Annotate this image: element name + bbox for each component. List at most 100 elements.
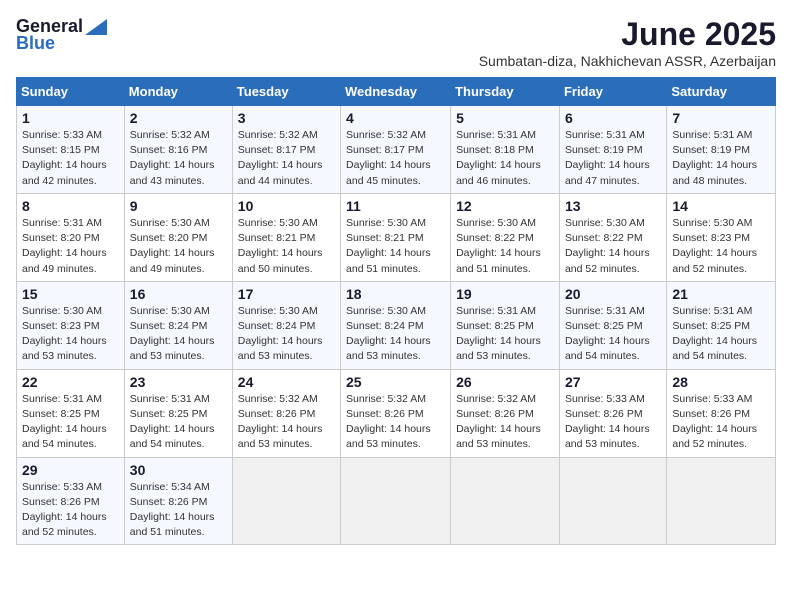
header-wednesday: Wednesday (341, 78, 451, 106)
day-info: Sunrise: 5:30 AMSunset: 8:22 PMDaylight:… (565, 216, 661, 277)
day-info: Sunrise: 5:32 AMSunset: 8:16 PMDaylight:… (130, 128, 227, 189)
day-cell: 19 Sunrise: 5:31 AMSunset: 8:25 PMDayligh… (451, 281, 560, 369)
day-info: Sunrise: 5:30 AMSunset: 8:24 PMDaylight:… (238, 304, 335, 365)
day-cell: 25 Sunrise: 5:32 AMSunset: 8:26 PMDayligh… (341, 369, 451, 457)
day-cell: 12 Sunrise: 5:30 AMSunset: 8:22 PMDayligh… (451, 193, 560, 281)
day-info: Sunrise: 5:31 AMSunset: 8:20 PMDaylight:… (22, 216, 119, 277)
day-number: 12 (456, 198, 554, 214)
day-number: 23 (130, 374, 227, 390)
week-row-2: 8 Sunrise: 5:31 AMSunset: 8:20 PMDaylight… (17, 193, 776, 281)
day-cell: 15Sunrise: 5:30 AMSunset: 8:23 PMDayligh… (17, 281, 125, 369)
week-row-1: 1Sunrise: 5:33 AMSunset: 8:15 PMDaylight… (17, 106, 776, 194)
day-cell: 1Sunrise: 5:33 AMSunset: 8:15 PMDaylight… (17, 106, 125, 194)
day-cell (667, 457, 776, 545)
day-number: 1 (22, 110, 119, 126)
day-cell: 26Sunrise: 5:32 AMSunset: 8:26 PMDayligh… (451, 369, 560, 457)
day-info: Sunrise: 5:31 AMSunset: 8:25 PMDaylight:… (130, 392, 227, 453)
header-tuesday: Tuesday (232, 78, 340, 106)
day-number: 20 (565, 286, 661, 302)
day-info: Sunrise: 5:32 AMSunset: 8:26 PMDaylight:… (456, 392, 554, 453)
day-cell: 6 Sunrise: 5:31 AMSunset: 8:19 PMDaylight… (559, 106, 666, 194)
day-cell: 3Sunrise: 5:32 AMSunset: 8:17 PMDaylight… (232, 106, 340, 194)
day-info: Sunrise: 5:30 AMSunset: 8:23 PMDaylight:… (672, 216, 770, 277)
day-cell: 18 Sunrise: 5:30 AMSunset: 8:24 PMDayligh… (341, 281, 451, 369)
day-info: Sunrise: 5:32 AMSunset: 8:17 PMDaylight:… (346, 128, 445, 189)
day-number: 4 (346, 110, 445, 126)
day-number: 24 (238, 374, 335, 390)
header-saturday: Saturday (667, 78, 776, 106)
day-cell: 14 Sunrise: 5:30 AMSunset: 8:23 PMDayligh… (667, 193, 776, 281)
title-block: June 2025 Sumbatan-diza, Nakhichevan ASS… (479, 16, 776, 69)
day-cell (559, 457, 666, 545)
day-info: Sunrise: 5:34 AMSunset: 8:26 PMDaylight:… (130, 480, 227, 541)
week-row-4: 22 Sunrise: 5:31 AMSunset: 8:25 PMDayligh… (17, 369, 776, 457)
day-info: Sunrise: 5:32 AMSunset: 8:26 PMDaylight:… (238, 392, 335, 453)
day-number: 6 (565, 110, 661, 126)
day-number: 3 (238, 110, 335, 126)
day-cell: 7 Sunrise: 5:31 AMSunset: 8:19 PMDaylight… (667, 106, 776, 194)
day-info: Sunrise: 5:30 AMSunset: 8:22 PMDaylight:… (456, 216, 554, 277)
day-number: 22 (22, 374, 119, 390)
day-info: Sunrise: 5:31 AMSunset: 8:25 PMDaylight:… (565, 304, 661, 365)
day-info: Sunrise: 5:31 AMSunset: 8:25 PMDaylight:… (672, 304, 770, 365)
day-cell: 5 Sunrise: 5:31 AMSunset: 8:18 PMDaylight… (451, 106, 560, 194)
day-number: 7 (672, 110, 770, 126)
day-number: 10 (238, 198, 335, 214)
logo-icon (85, 19, 107, 35)
day-info: Sunrise: 5:30 AMSunset: 8:24 PMDaylight:… (130, 304, 227, 365)
day-info: Sunrise: 5:31 AMSunset: 8:25 PMDaylight:… (456, 304, 554, 365)
day-number: 18 (346, 286, 445, 302)
day-info: Sunrise: 5:30 AMSunset: 8:24 PMDaylight:… (346, 304, 445, 365)
day-info: Sunrise: 5:33 AMSunset: 8:26 PMDaylight:… (672, 392, 770, 453)
day-number: 28 (672, 374, 770, 390)
day-number: 25 (346, 374, 445, 390)
day-cell: 24 Sunrise: 5:32 AMSunset: 8:26 PMDayligh… (232, 369, 340, 457)
day-cell: 2 Sunrise: 5:32 AMSunset: 8:16 PMDaylight… (124, 106, 232, 194)
day-number: 19 (456, 286, 554, 302)
day-number: 17 (238, 286, 335, 302)
calendar-table: SundayMondayTuesdayWednesdayThursdayFrid… (16, 77, 776, 545)
day-cell (232, 457, 340, 545)
day-number: 14 (672, 198, 770, 214)
week-row-3: 15Sunrise: 5:30 AMSunset: 8:23 PMDayligh… (17, 281, 776, 369)
day-number: 8 (22, 198, 119, 214)
subtitle: Sumbatan-diza, Nakhichevan ASSR, Azerbai… (479, 53, 776, 69)
day-cell: 17 Sunrise: 5:30 AMSunset: 8:24 PMDayligh… (232, 281, 340, 369)
day-cell: 13 Sunrise: 5:30 AMSunset: 8:22 PMDayligh… (559, 193, 666, 281)
month-title: June 2025 (479, 16, 776, 53)
day-info: Sunrise: 5:33 AMSunset: 8:26 PMDaylight:… (22, 480, 119, 541)
day-cell: 20 Sunrise: 5:31 AMSunset: 8:25 PMDayligh… (559, 281, 666, 369)
day-cell: 21 Sunrise: 5:31 AMSunset: 8:25 PMDayligh… (667, 281, 776, 369)
day-number: 27 (565, 374, 661, 390)
day-info: Sunrise: 5:30 AMSunset: 8:20 PMDaylight:… (130, 216, 227, 277)
day-number: 21 (672, 286, 770, 302)
day-info: Sunrise: 5:31 AMSunset: 8:18 PMDaylight:… (456, 128, 554, 189)
day-number: 15 (22, 286, 119, 302)
day-cell: 28 Sunrise: 5:33 AMSunset: 8:26 PMDayligh… (667, 369, 776, 457)
day-cell (341, 457, 451, 545)
day-info: Sunrise: 5:31 AMSunset: 8:25 PMDaylight:… (22, 392, 119, 453)
day-number: 9 (130, 198, 227, 214)
day-cell: 11Sunrise: 5:30 AMSunset: 8:21 PMDayligh… (341, 193, 451, 281)
day-number: 5 (456, 110, 554, 126)
day-info: Sunrise: 5:31 AMSunset: 8:19 PMDaylight:… (672, 128, 770, 189)
day-number: 16 (130, 286, 227, 302)
header-friday: Friday (559, 78, 666, 106)
day-cell: 4 Sunrise: 5:32 AMSunset: 8:17 PMDaylight… (341, 106, 451, 194)
day-number: 29 (22, 462, 119, 478)
day-cell: 23 Sunrise: 5:31 AMSunset: 8:25 PMDayligh… (124, 369, 232, 457)
day-info: Sunrise: 5:30 AMSunset: 8:21 PMDaylight:… (238, 216, 335, 277)
day-info: Sunrise: 5:32 AMSunset: 8:26 PMDaylight:… (346, 392, 445, 453)
day-cell: 27Sunrise: 5:33 AMSunset: 8:26 PMDayligh… (559, 369, 666, 457)
day-info: Sunrise: 5:31 AMSunset: 8:19 PMDaylight:… (565, 128, 661, 189)
day-number: 2 (130, 110, 227, 126)
day-cell: 9 Sunrise: 5:30 AMSunset: 8:20 PMDaylight… (124, 193, 232, 281)
header-row: SundayMondayTuesdayWednesdayThursdayFrid… (17, 78, 776, 106)
day-cell (451, 457, 560, 545)
day-cell: 22 Sunrise: 5:31 AMSunset: 8:25 PMDayligh… (17, 369, 125, 457)
day-cell: 8 Sunrise: 5:31 AMSunset: 8:20 PMDaylight… (17, 193, 125, 281)
header-thursday: Thursday (451, 78, 560, 106)
logo: General Blue (16, 16, 107, 54)
day-number: 13 (565, 198, 661, 214)
day-number: 11 (346, 198, 445, 214)
